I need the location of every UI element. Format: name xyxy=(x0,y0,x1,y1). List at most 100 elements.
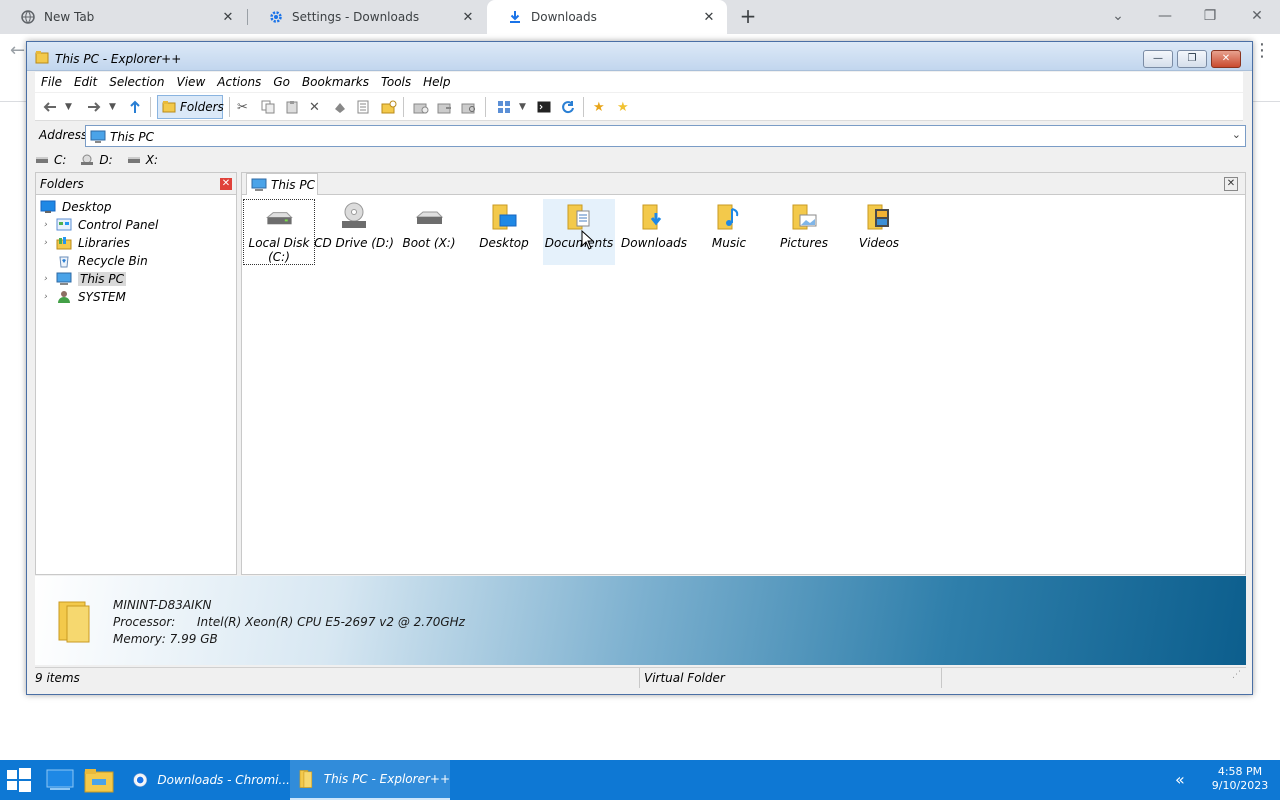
windows-start-icon[interactable] xyxy=(6,764,32,796)
menu-go[interactable]: Go xyxy=(267,75,296,89)
resize-grip-icon[interactable]: ⋰ xyxy=(1232,670,1241,680)
new-tab-button[interactable]: + xyxy=(737,6,759,28)
folders-toggle-button[interactable]: Folders xyxy=(157,95,224,119)
address-input[interactable]: This PC ⌄ xyxy=(85,125,1246,147)
chevron-right-icon[interactable]: › xyxy=(44,220,54,230)
menu-help[interactable]: Help xyxy=(417,75,456,89)
chevron-right-icon[interactable]: › xyxy=(44,274,54,284)
bookmark-add-icon[interactable]: ★ xyxy=(593,97,605,117)
refresh-icon[interactable] xyxy=(561,97,575,117)
folders-pane: Folders ✕ Desktop › Control Panel › Libr… xyxy=(35,172,237,575)
chevron-right-icon[interactable]: › xyxy=(44,238,54,248)
browser-minimize-button[interactable]: — xyxy=(1145,4,1185,28)
folder-tree-icon xyxy=(162,99,176,116)
file-item-music[interactable]: Music xyxy=(693,199,765,265)
tree-item-system[interactable]: › SYSTEM xyxy=(44,288,126,306)
file-item-local-disk-c[interactable]: Local Disk (C:) xyxy=(243,199,315,265)
menu-view[interactable]: View xyxy=(171,75,212,89)
browser-tab-downloads[interactable]: Downloads ✕ xyxy=(487,0,727,34)
explorer-menubar: File Edit Selection View Actions Go Book… xyxy=(35,72,1243,92)
bookmarks-icon[interactable]: ★ xyxy=(617,97,629,117)
menu-bookmarks[interactable]: Bookmarks xyxy=(296,75,375,89)
more-options-icon[interactable]: ⋮ xyxy=(1253,40,1271,61)
drive-button-x[interactable]: X: xyxy=(127,153,158,167)
tree-item-label: This PC xyxy=(78,272,126,286)
file-item-downloads[interactable]: Downloads xyxy=(618,199,690,265)
explorer-close-button[interactable]: ✕ xyxy=(1211,50,1241,68)
command-prompt-icon[interactable] xyxy=(537,97,551,117)
hard-drive-icon xyxy=(266,212,293,225)
address-value: This PC xyxy=(110,130,154,144)
delete-permanently-icon[interactable] xyxy=(333,97,347,117)
tray-chevron-icon[interactable]: « xyxy=(1175,770,1185,789)
file-item-cd-drive-d[interactable]: CD Drive (D:) xyxy=(314,199,394,265)
folder-icon xyxy=(58,601,90,643)
file-item-documents[interactable]: Documents xyxy=(543,199,615,265)
explorer-minimize-button[interactable]: — xyxy=(1143,50,1173,68)
up-icon[interactable] xyxy=(129,97,141,117)
file-item-desktop[interactable]: Desktop xyxy=(468,199,540,265)
chevron-down-icon[interactable]: ⌄ xyxy=(1232,128,1241,141)
gear-icon xyxy=(268,9,284,25)
close-icon[interactable]: ✕ xyxy=(460,9,476,25)
status-divider xyxy=(639,668,640,688)
globe-icon xyxy=(20,9,36,25)
toolbar-separator xyxy=(485,97,486,117)
properties-icon[interactable] xyxy=(357,97,369,117)
menu-edit[interactable]: Edit xyxy=(68,75,103,89)
recycle-bin-icon xyxy=(59,256,69,268)
move-to-icon[interactable] xyxy=(437,97,453,117)
browser-tab-new-tab[interactable]: New Tab ✕ xyxy=(0,0,246,34)
desktop-icon[interactable] xyxy=(46,764,74,796)
menu-tools[interactable]: Tools xyxy=(375,75,417,89)
explorer-app-icon xyxy=(35,50,49,64)
cut-icon[interactable]: ✂ xyxy=(237,97,248,117)
chevron-right-icon[interactable]: › xyxy=(44,292,54,302)
copy-icon[interactable] xyxy=(261,97,275,117)
file-item-pictures[interactable]: Pictures xyxy=(768,199,840,265)
copy-to-icon[interactable] xyxy=(413,97,429,117)
paste-icon[interactable] xyxy=(285,97,299,117)
browser-close-button[interactable]: ✕ xyxy=(1237,4,1277,28)
back-dropdown-icon[interactable]: ▼ xyxy=(65,97,72,117)
new-folder-icon[interactable] xyxy=(381,97,397,117)
back-icon[interactable] xyxy=(43,97,57,117)
taskbar-app-explorer[interactable]: This PC - Explorer++ xyxy=(290,760,450,800)
hard-drive-icon xyxy=(415,211,444,224)
explorer-tab-this-pc[interactable]: This PC xyxy=(246,173,318,195)
file-item-label: Boot (X:) xyxy=(402,236,456,250)
close-icon[interactable]: ✕ xyxy=(220,178,232,190)
delete-icon[interactable]: ✕ xyxy=(309,97,320,117)
chevron-down-icon[interactable]: ⌄ xyxy=(1098,4,1138,28)
tree-item-libraries[interactable]: › Libraries xyxy=(44,234,130,252)
tree-item-control-panel[interactable]: › Control Panel xyxy=(44,216,158,234)
views-icon[interactable] xyxy=(497,97,511,117)
browser-tab-settings[interactable]: Settings - Downloads ✕ xyxy=(248,0,486,34)
drive-button-c[interactable]: C: xyxy=(35,153,66,167)
tree-item-this-pc[interactable]: › This PC xyxy=(44,270,126,288)
forward-icon[interactable] xyxy=(87,97,101,117)
taskbar-app-chrome[interactable]: Downloads - Chromi... xyxy=(125,760,290,800)
menu-actions[interactable]: Actions xyxy=(211,75,267,89)
explorer-maximize-button[interactable]: ❐ xyxy=(1177,50,1207,68)
menu-selection[interactable]: Selection xyxy=(103,75,170,89)
taskbar-clock[interactable]: 4:58 PM 9/10/2023 xyxy=(1205,765,1275,793)
views-dropdown-icon[interactable]: ▼ xyxy=(519,97,526,117)
menu-file[interactable]: File xyxy=(35,75,68,89)
file-item-boot-x[interactable]: Boot (X:) xyxy=(393,199,465,265)
browser-restore-button[interactable]: ❐ xyxy=(1190,4,1230,28)
search-icon[interactable] xyxy=(461,97,477,117)
pictures-folder-icon xyxy=(792,204,817,230)
drive-button-d[interactable]: D: xyxy=(80,153,113,167)
close-icon[interactable]: ✕ xyxy=(1224,177,1238,191)
status-folder-type: Virtual Folder xyxy=(644,671,725,685)
tree-item-desktop[interactable]: Desktop xyxy=(40,198,112,216)
back-arrow-icon[interactable]: ← xyxy=(10,40,25,61)
close-icon[interactable]: ✕ xyxy=(220,9,236,25)
close-icon[interactable]: ✕ xyxy=(701,9,717,25)
file-explorer-icon[interactable] xyxy=(84,764,114,796)
tree-item-recycle-bin[interactable]: Recycle Bin xyxy=(56,252,148,270)
file-item-videos[interactable]: Videos xyxy=(843,199,915,265)
forward-dropdown-icon[interactable]: ▼ xyxy=(109,97,116,117)
folders-pane-header: Folders ✕ xyxy=(36,173,236,195)
